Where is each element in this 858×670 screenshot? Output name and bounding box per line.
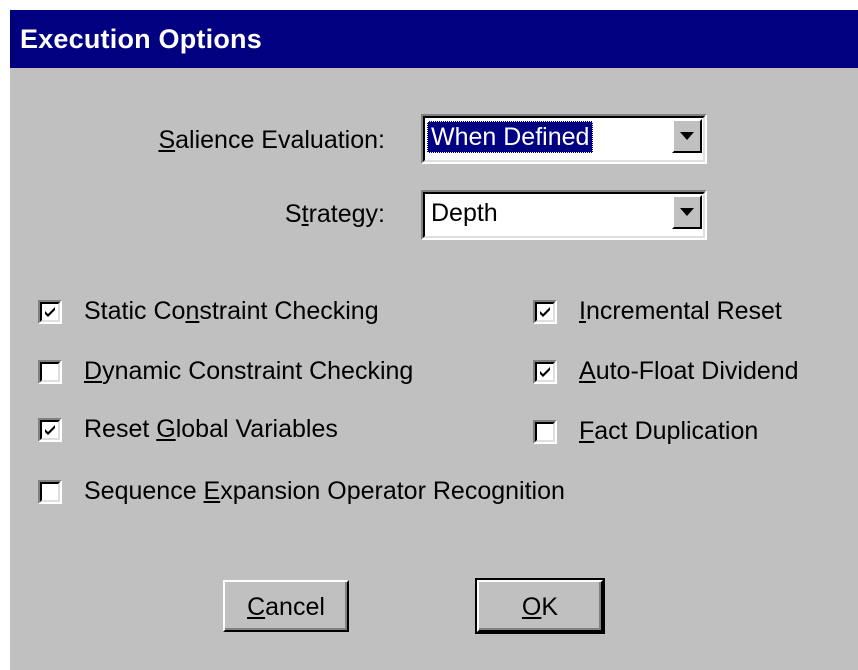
strategy-label: Strategy: [284, 200, 385, 228]
reset-globals-label[interactable]: Reset Global Variables [84, 415, 338, 444]
incremental-reset-label[interactable]: Incremental Reset [579, 297, 782, 326]
dynamic-constraint-checkbox[interactable] [38, 360, 62, 384]
strategy-select[interactable]: Depth [421, 190, 707, 240]
ok-button[interactable]: OK [475, 578, 605, 634]
incremental-reset-checkbox[interactable] [533, 300, 557, 324]
checkmark-icon [540, 367, 550, 377]
checkmark-icon [540, 307, 550, 317]
reset-globals-checkbox[interactable] [38, 418, 62, 442]
dynamic-constraint-label[interactable]: Dynamic Constraint Checking [84, 357, 413, 386]
cancel-button[interactable]: Cancel [223, 580, 349, 632]
salience-evaluation-select[interactable]: When Defined [421, 114, 707, 164]
chevron-down-icon[interactable] [672, 195, 702, 229]
static-constraint-checkbox[interactable] [38, 300, 62, 324]
dialog-title: Execution Options [10, 10, 858, 68]
chevron-down-icon[interactable] [672, 119, 702, 153]
auto-float-checkbox[interactable] [533, 360, 557, 384]
sequence-expansion-label[interactable]: Sequence Expansion Operator Recognition [84, 477, 565, 506]
checkmark-icon [45, 425, 55, 435]
execution-options-dialog: Execution Options Salience Evaluation: W… [10, 10, 858, 670]
fact-duplication-checkbox[interactable] [533, 420, 557, 444]
static-constraint-label[interactable]: Static Constraint Checking [84, 297, 379, 326]
auto-float-label[interactable]: Auto-Float Dividend [579, 357, 799, 386]
checkmark-icon [45, 307, 55, 317]
sequence-expansion-checkbox[interactable] [38, 480, 62, 504]
fact-duplication-label[interactable]: Fact Duplication [579, 417, 758, 446]
salience-evaluation-value: When Defined [427, 121, 594, 153]
strategy-value: Depth [431, 199, 498, 227]
salience-evaluation-label: Salience Evaluation: [158, 126, 385, 154]
